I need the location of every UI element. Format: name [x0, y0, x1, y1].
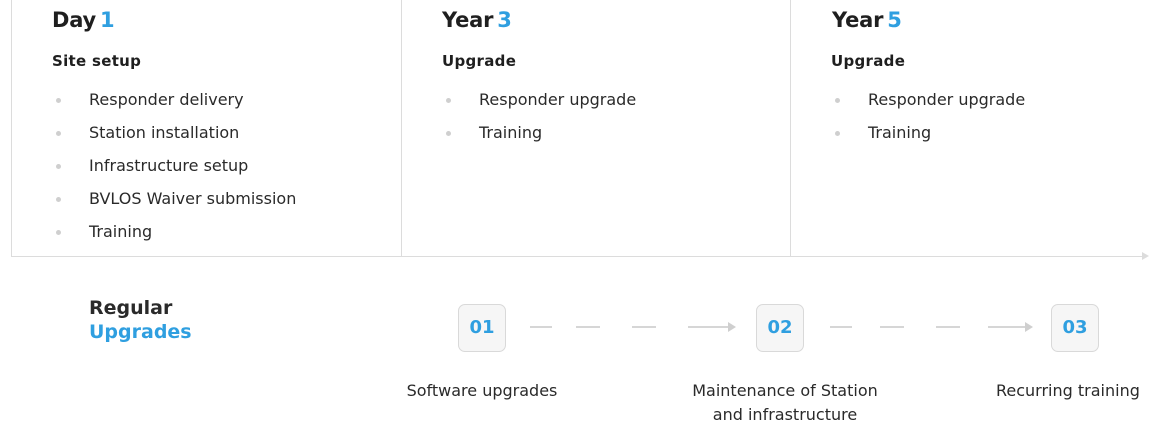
list-item-label: Training [868, 123, 932, 142]
list-item-label: Training [89, 222, 153, 241]
phase-subtitle: Upgrade [831, 52, 906, 70]
step-03-label: Recurring training [996, 381, 1140, 400]
phase-year-5: Year 5 Upgrade Responder upgrade Training [790, 0, 1149, 256]
list-item-label: Responder upgrade [868, 90, 1026, 109]
regular-title-line2: Upgrades [89, 321, 192, 343]
list-item-label: BVLOS Waiver submission [89, 189, 297, 208]
phase-heading: Year 5 [832, 8, 902, 32]
list-item-label: Responder upgrade [479, 90, 637, 109]
step-01-label: Software upgrades [406, 381, 558, 400]
list-item: Responder upgrade [442, 88, 636, 121]
connector-dash [830, 326, 852, 328]
step-02-label-line2: and infrastructure [712, 405, 858, 424]
timeline-arrow-icon [1142, 252, 1149, 260]
connector-dash [880, 326, 904, 328]
step-02-label-line1: Maintenance of Station [692, 381, 878, 400]
bullet-dot-icon [56, 197, 61, 202]
phase-subtitle: Upgrade [442, 52, 517, 70]
list-item-label: Training [479, 123, 543, 142]
timeline-axis-line [11, 256, 1143, 257]
phase-number: 1 [100, 8, 115, 32]
phase-prefix: Year [832, 8, 884, 32]
list-item: Training [442, 121, 636, 154]
phase-item-list: Responder delivery Station installation … [52, 88, 296, 253]
bullet-dot-icon [835, 98, 840, 103]
step-01-box: 01 [458, 304, 506, 352]
bullet-dot-icon [56, 164, 61, 169]
connector-dash [688, 326, 728, 328]
list-item: Station installation [52, 121, 296, 154]
list-item: Training [831, 121, 1025, 154]
timeline-diagram: Day 1 Site setup Responder delivery Stati… [0, 0, 1149, 428]
list-item-label: Infrastructure setup [89, 156, 249, 175]
list-item: Responder upgrade [831, 88, 1025, 121]
connector-dash [576, 326, 600, 328]
bullet-dot-icon [56, 98, 61, 103]
phase-heading: Year 3 [442, 8, 512, 32]
phase-number: 5 [887, 8, 902, 32]
step-02-label: Maintenance of Station and infrastructur… [660, 379, 910, 427]
step-02-box: 02 [756, 304, 804, 352]
connector-dash [988, 326, 1025, 328]
phase-heading: Day 1 [52, 8, 115, 32]
phase-number: 3 [497, 8, 512, 32]
regular-upgrades-title: Regular Upgrades [89, 296, 192, 344]
phase-subtitle: Site setup [52, 52, 142, 70]
connector-dash [530, 326, 552, 328]
connector-dash [936, 326, 960, 328]
regular-title-line1: Regular [89, 297, 173, 319]
list-item: BVLOS Waiver submission [52, 187, 296, 220]
bullet-dot-icon [446, 131, 451, 136]
phase-day-1: Day 1 Site setup Responder delivery Stati… [11, 0, 401, 256]
bullet-dot-icon [835, 131, 840, 136]
connector-dash [632, 326, 656, 328]
list-item-label: Station installation [89, 123, 240, 142]
list-item: Training [52, 220, 296, 253]
list-item-label: Responder delivery [89, 90, 244, 109]
phase-prefix: Year [442, 8, 494, 32]
bullet-dot-icon [56, 230, 61, 235]
phase-year-3: Year 3 Upgrade Responder upgrade Training [401, 0, 790, 256]
connector-arrow-icon [728, 322, 736, 332]
list-item: Responder delivery [52, 88, 296, 121]
phase-item-list: Responder upgrade Training [442, 88, 636, 154]
phase-prefix: Day [52, 8, 97, 32]
bullet-dot-icon [446, 98, 451, 103]
connector-arrow-icon [1025, 322, 1033, 332]
bullet-dot-icon [56, 131, 61, 136]
phase-item-list: Responder upgrade Training [831, 88, 1025, 154]
step-03-box: 03 [1051, 304, 1099, 352]
list-item: Infrastructure setup [52, 154, 296, 187]
